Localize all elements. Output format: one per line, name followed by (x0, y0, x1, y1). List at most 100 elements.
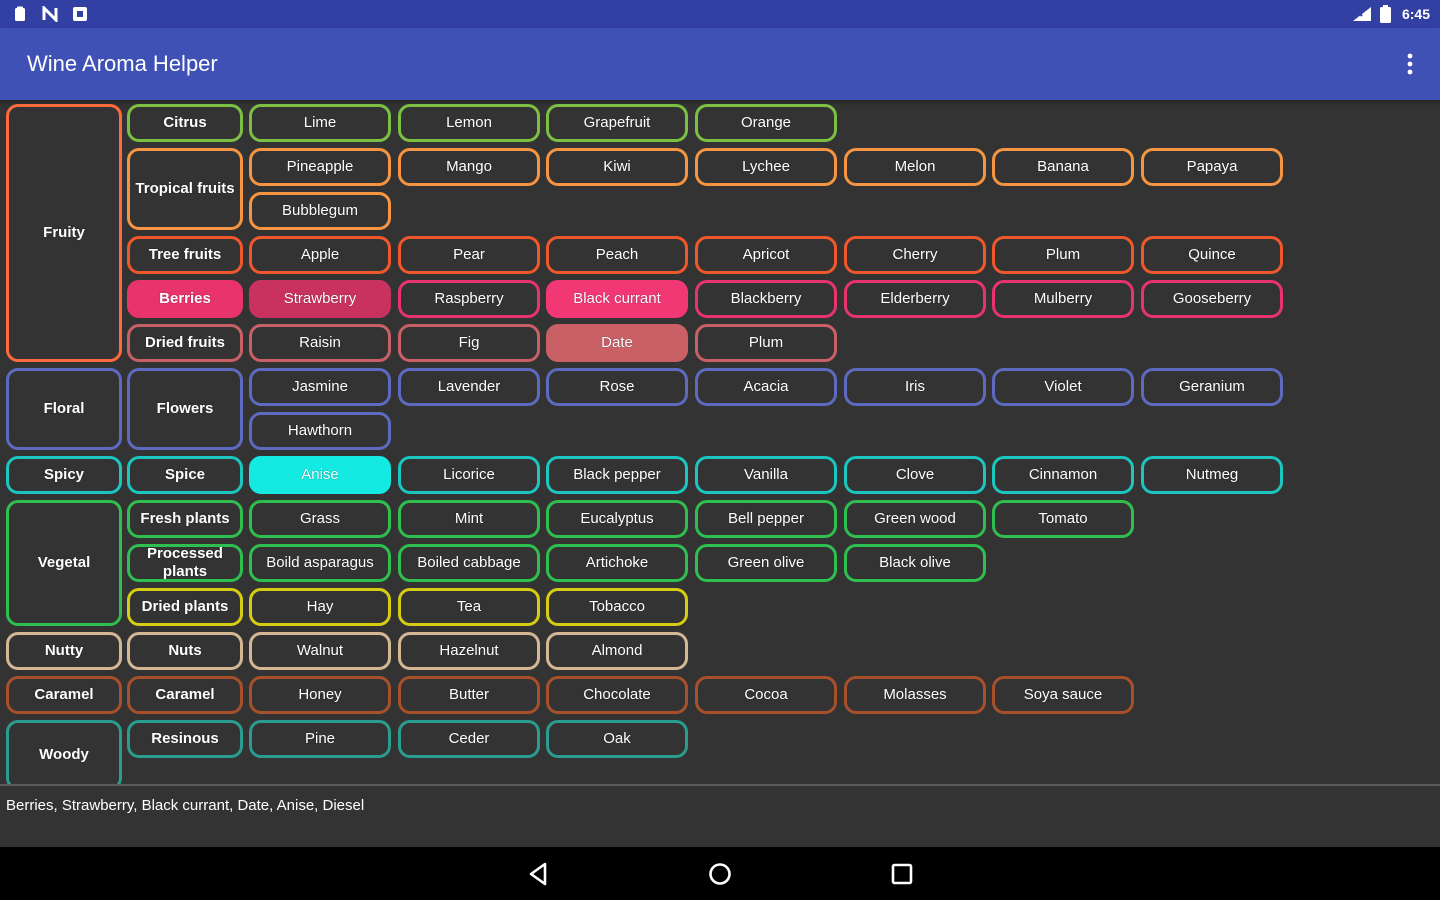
aroma-kiwi-button[interactable]: Kiwi (546, 148, 688, 186)
aroma-licorice-button[interactable]: Licorice (398, 456, 540, 494)
overflow-menu-icon[interactable] (1398, 50, 1422, 78)
subcategory-caramel-button[interactable]: Caramel (127, 676, 243, 714)
aroma-peach-button[interactable]: Peach (546, 236, 688, 274)
aroma-melon-button[interactable]: Melon (844, 148, 986, 186)
aroma-green-olive-button[interactable]: Green olive (695, 544, 837, 582)
aroma-grass-button[interactable]: Grass (249, 500, 391, 538)
subcategory-berries-button[interactable]: Berries (127, 280, 243, 318)
aroma-raspberry-button[interactable]: Raspberry (398, 280, 540, 318)
subcategory-processed-plants-button[interactable]: Processed plants (127, 544, 243, 582)
aroma-grapefruit-button[interactable]: Grapefruit (546, 104, 688, 142)
aroma-apricot-button[interactable]: Apricot (695, 236, 837, 274)
subcategory-citrus-button[interactable]: Citrus (127, 104, 243, 142)
aroma-plum-button[interactable]: Plum (695, 324, 837, 362)
aroma-almond-button[interactable]: Almond (546, 632, 688, 670)
aroma-hay-button[interactable]: Hay (249, 588, 391, 626)
aroma-strawberry-button[interactable]: Strawberry (249, 280, 391, 318)
aroma-orange-button[interactable]: Orange (695, 104, 837, 142)
category-fruity-button[interactable]: Fruity (6, 104, 122, 362)
aroma-oak-button[interactable]: Oak (546, 720, 688, 758)
aroma-bubblegum-button[interactable]: Bubblegum (249, 192, 391, 230)
aroma-iris-button[interactable]: Iris (844, 368, 986, 406)
aroma-eucalyptus-button[interactable]: Eucalyptus (546, 500, 688, 538)
aroma-cocoa-button[interactable]: Cocoa (695, 676, 837, 714)
aroma-boild-asparagus-button[interactable]: Boild asparagus (249, 544, 391, 582)
aroma-geranium-button[interactable]: Geranium (1141, 368, 1283, 406)
aroma-papaya-button[interactable]: Papaya (1141, 148, 1283, 186)
aroma-lime-button[interactable]: Lime (249, 104, 391, 142)
back-triangle-icon[interactable] (522, 859, 554, 889)
aroma-tea-button[interactable]: Tea (398, 588, 540, 626)
subcategory-flowers-button[interactable]: Flowers (127, 368, 243, 450)
aroma-jasmine-button[interactable]: Jasmine (249, 368, 391, 406)
square-notification-icon (73, 7, 87, 21)
aroma-raisin-button[interactable]: Raisin (249, 324, 391, 362)
aroma-mango-button[interactable]: Mango (398, 148, 540, 186)
category-caramel-button[interactable]: Caramel (6, 676, 122, 714)
aroma-bell-pepper-button[interactable]: Bell pepper (695, 500, 837, 538)
aroma-lemon-button[interactable]: Lemon (398, 104, 540, 142)
aroma-grid: Citrus Lime Lemon Grapefruit Orange Tropical … (0, 100, 1440, 784)
aroma-ceder-button[interactable]: Ceder (398, 720, 540, 758)
aroma-hazelnut-button[interactable]: Hazelnut (398, 632, 540, 670)
aroma-vanilla-button[interactable]: Vanilla (695, 456, 837, 494)
aroma-anise-button[interactable]: Anise (249, 456, 391, 494)
aroma-clove-button[interactable]: Clove (844, 456, 986, 494)
nfc-n-icon (42, 6, 58, 22)
aroma-rose-button[interactable]: Rose (546, 368, 688, 406)
category-vegetal-button[interactable]: Vegetal (6, 500, 122, 626)
aroma-cherry-button[interactable]: Cherry (844, 236, 986, 274)
aroma-black-pepper-button[interactable]: Black pepper (546, 456, 688, 494)
home-circle-icon[interactable] (704, 859, 736, 889)
subcategory-spice-button[interactable]: Spice (127, 456, 243, 494)
aroma-lavender-button[interactable]: Lavender (398, 368, 540, 406)
aroma-lychee-button[interactable]: Lychee (695, 148, 837, 186)
aroma-plum-button[interactable]: Plum (992, 236, 1134, 274)
aroma-butter-button[interactable]: Butter (398, 676, 540, 714)
aroma-elderberry-button[interactable]: Elderberry (844, 280, 986, 318)
aroma-acacia-button[interactable]: Acacia (695, 368, 837, 406)
aroma-honey-button[interactable]: Honey (249, 676, 391, 714)
aroma-molasses-button[interactable]: Molasses (844, 676, 986, 714)
aroma-pear-button[interactable]: Pear (398, 236, 540, 274)
category-floral-button[interactable]: Floral (6, 368, 122, 450)
aroma-mulberry-button[interactable]: Mulberry (992, 280, 1134, 318)
aroma-pine-button[interactable]: Pine (249, 720, 391, 758)
aroma-soya-sauce-button[interactable]: Soya sauce (992, 676, 1134, 714)
subcategory-resinous-button[interactable]: Resinous (127, 720, 243, 758)
category-spicy-button[interactable]: Spicy (6, 456, 122, 494)
aroma-banana-button[interactable]: Banana (992, 148, 1134, 186)
subcategory-tropical-fruits-button[interactable]: Tropical fruits (127, 148, 243, 230)
aroma-gooseberry-button[interactable]: Gooseberry (1141, 280, 1283, 318)
recents-square-icon[interactable] (886, 859, 918, 889)
aroma-quince-button[interactable]: Quince (1141, 236, 1283, 274)
category-nutty-button[interactable]: Nutty (6, 632, 122, 670)
aroma-black-olive-button[interactable]: Black olive (844, 544, 986, 582)
divider (0, 784, 1440, 786)
category-woody-button[interactable]: Woody (6, 720, 122, 784)
aroma-violet-button[interactable]: Violet (992, 368, 1134, 406)
aroma-mint-button[interactable]: Mint (398, 500, 540, 538)
aroma-fig-button[interactable]: Fig (398, 324, 540, 362)
aroma-apple-button[interactable]: Apple (249, 236, 391, 274)
aroma-green-wood-button[interactable]: Green wood (844, 500, 986, 538)
subcategory-dried-fruits-button[interactable]: Dried fruits (127, 324, 243, 362)
aroma-black-currant-button[interactable]: Black currant (546, 280, 688, 318)
aroma-date-button[interactable]: Date (546, 324, 688, 362)
subcategory-dried-plants-button[interactable]: Dried plants (127, 588, 243, 626)
aroma-hawthorn-button[interactable]: Hawthorn (249, 412, 391, 450)
aroma-boiled-cabbage-button[interactable]: Boiled cabbage (398, 544, 540, 582)
subcategory-nuts-button[interactable]: Nuts (127, 632, 243, 670)
aroma-artichoke-button[interactable]: Artichoke (546, 544, 688, 582)
aroma-tobacco-button[interactable]: Tobacco (546, 588, 688, 626)
aroma-tomato-button[interactable]: Tomato (992, 500, 1134, 538)
aroma-chocolate-button[interactable]: Chocolate (546, 676, 688, 714)
aroma-blackberry-button[interactable]: Blackberry (695, 280, 837, 318)
aroma-pineapple-button[interactable]: Pineapple (249, 148, 391, 186)
aroma-nutmeg-button[interactable]: Nutmeg (1141, 456, 1283, 494)
aroma-walnut-button[interactable]: Walnut (249, 632, 391, 670)
aroma-cinnamon-button[interactable]: Cinnamon (992, 456, 1134, 494)
app-bar: Wine Aroma Helper (0, 28, 1440, 100)
subcategory-tree-fruits-button[interactable]: Tree fruits (127, 236, 243, 274)
subcategory-fresh-plants-button[interactable]: Fresh plants (127, 500, 243, 538)
